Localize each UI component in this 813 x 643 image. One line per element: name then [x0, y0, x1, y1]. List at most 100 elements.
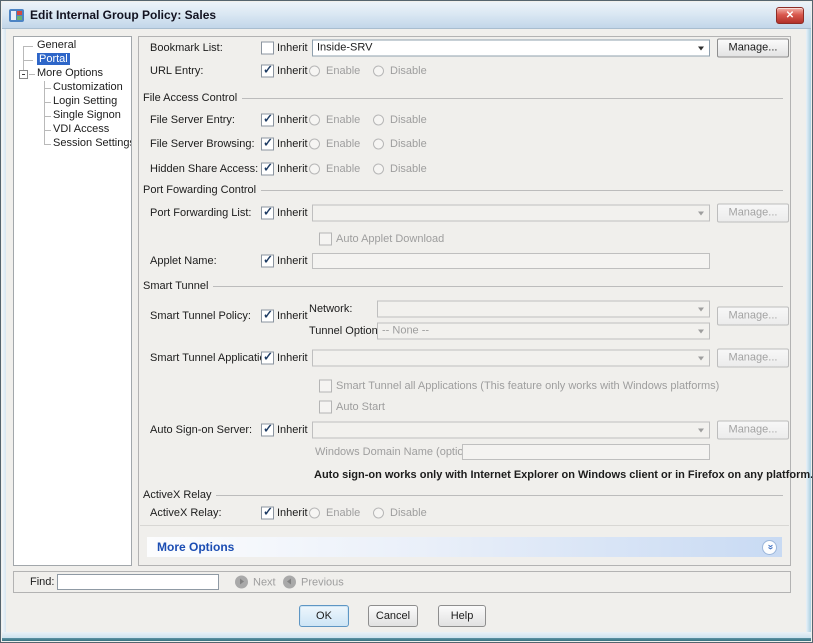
enable-radio[interactable] — [309, 115, 320, 126]
inherit-label: Inherit — [277, 207, 308, 219]
bookmark-list-value: Inside-SRV — [317, 42, 372, 54]
enable-radio[interactable] — [309, 164, 320, 175]
hidden-share-access-inherit-checkbox[interactable] — [261, 163, 274, 176]
dropdown-arrow-icon — [694, 42, 708, 55]
inherit-label: Inherit — [277, 255, 308, 267]
activex-relay-inherit-checkbox[interactable] — [261, 507, 274, 520]
disable-radio[interactable] — [373, 164, 384, 175]
enable-radio[interactable] — [309, 139, 320, 150]
tree-item-label: More Options — [37, 67, 103, 79]
row-auto-signon-note: Auto sign-on works only with Internet Ex… — [139, 466, 790, 484]
titlebar: Edit Internal Group Policy: Sales ✕ — [2, 2, 811, 29]
bottom-divider — [140, 525, 789, 526]
tree-item-general[interactable]: General — [14, 39, 131, 53]
manage-bookmark-button[interactable]: Manage... — [717, 39, 789, 58]
disable-label: Disable — [390, 163, 427, 175]
find-previous-button[interactable]: Previous — [283, 576, 344, 589]
help-button[interactable]: Help — [438, 605, 486, 627]
bookmark-inherit-checkbox[interactable] — [261, 42, 274, 55]
smart-tunnel-application-combo[interactable] — [312, 350, 710, 367]
tree-item-customization[interactable]: Customization — [14, 81, 131, 95]
bookmark-list-combo[interactable]: Inside-SRV — [312, 40, 710, 57]
enable-radio[interactable] — [309, 508, 320, 519]
inherit-label: Inherit — [277, 42, 308, 54]
file-server-entry-label: File Server Entry: — [150, 114, 235, 126]
tree-item-label: General — [37, 39, 76, 51]
tree-item-login-setting[interactable]: Login Setting — [14, 95, 131, 109]
manage-smart-tunnel-application-button[interactable]: Manage... — [717, 349, 789, 368]
tree-item-label: Session Settings — [53, 137, 132, 149]
port-forwarding-list-label: Port Forwarding List: — [150, 207, 251, 219]
row-auto-start: Auto Start — [139, 398, 790, 416]
applet-name-inherit-checkbox[interactable] — [261, 255, 274, 268]
file-server-entry-inherit-checkbox[interactable] — [261, 114, 274, 127]
disable-radio[interactable] — [373, 66, 384, 77]
tree-collapse-icon[interactable] — [19, 70, 28, 79]
window-edge-bottom — [2, 632, 811, 641]
disable-label: Disable — [390, 507, 427, 519]
windows-domain-name-input[interactable] — [462, 444, 710, 460]
row-activex-relay: ActiveX Relay: Inherit Enable Disable — [139, 504, 790, 522]
tunnel-option-label: Tunnel Option: — [309, 325, 381, 337]
smart-tunnel-application-inherit-checkbox[interactable] — [261, 352, 274, 365]
auto-start-checkbox[interactable] — [319, 401, 332, 414]
manage-auto-signon-button[interactable]: Manage... — [717, 421, 789, 440]
window-edge-right — [806, 29, 811, 632]
disable-label: Disable — [390, 114, 427, 126]
row-tunnel-option: Tunnel Option: -- None -- — [139, 322, 790, 340]
applet-name-input[interactable] — [312, 253, 710, 269]
activex-relay-label: ActiveX Relay: — [150, 507, 222, 519]
chevron-double-down-icon[interactable]: » — [762, 540, 777, 555]
enable-label: Enable — [326, 65, 360, 77]
enable-radio[interactable] — [309, 66, 320, 77]
smart-tunnel-all-applications-label: Smart Tunnel all Applications (This feat… — [336, 380, 719, 392]
dialog-title: Edit Internal Group Policy: Sales — [30, 8, 216, 22]
cancel-button[interactable]: Cancel — [368, 605, 418, 627]
port-forwarding-list-combo[interactable] — [312, 205, 710, 222]
inherit-label: Inherit — [277, 507, 308, 519]
row-auto-signon-server: Auto Sign-on Server: Inherit Manage... — [139, 421, 790, 439]
auto-signon-inherit-checkbox[interactable] — [261, 424, 274, 437]
disable-radio[interactable] — [373, 139, 384, 150]
bookmark-list-label: Bookmark List: — [150, 42, 223, 54]
auto-applet-download-checkbox[interactable] — [319, 233, 332, 246]
section-activex-relay: ActiveX Relay — [143, 488, 783, 501]
smart-tunnel-policy-label: Smart Tunnel Policy: — [150, 310, 251, 322]
separator-line — [216, 495, 783, 496]
inherit-label: Inherit — [277, 163, 308, 175]
section-port-forwarding-control: Port Fowarding Control — [143, 183, 783, 196]
row-bookmark-list: Bookmark List: Inherit Inside-SRV Manage… — [139, 39, 790, 57]
dropdown-arrow-icon — [694, 207, 708, 220]
disable-radio[interactable] — [373, 115, 384, 126]
port-forwarding-inherit-checkbox[interactable] — [261, 207, 274, 220]
tunnel-option-combo[interactable]: -- None -- — [377, 323, 710, 340]
tree-item-label-selected: Portal — [37, 53, 70, 65]
section-file-access-control: File Access Control — [143, 91, 783, 104]
tree-item-label: Customization — [53, 81, 123, 93]
more-options-expander[interactable]: More Options » — [147, 537, 782, 557]
smart-tunnel-all-applications-checkbox[interactable] — [319, 380, 332, 393]
file-server-browsing-inherit-checkbox[interactable] — [261, 138, 274, 151]
disable-label: Disable — [390, 138, 427, 150]
close-button[interactable]: ✕ — [776, 7, 804, 24]
next-icon — [235, 576, 248, 589]
find-next-button[interactable]: Next — [235, 576, 276, 589]
enable-label: Enable — [326, 138, 360, 150]
hidden-share-access-label: Hidden Share Access: — [150, 163, 258, 175]
tree-item-more-options[interactable]: More Options — [14, 67, 131, 81]
separator-line — [242, 98, 783, 99]
inherit-label: Inherit — [277, 65, 308, 77]
manage-port-forwarding-button[interactable]: Manage... — [717, 204, 789, 223]
tree-item-session-settings[interactable]: Session Settings — [14, 137, 131, 151]
tree-item-single-signon[interactable]: Single Signon — [14, 109, 131, 123]
tree-item-vdi-access[interactable]: VDI Access — [14, 123, 131, 137]
smart-tunnel-policy-inherit-checkbox[interactable] — [261, 310, 274, 323]
url-entry-inherit-checkbox[interactable] — [261, 65, 274, 78]
row-file-server-entry: File Server Entry: Inherit Enable Disabl… — [139, 111, 790, 129]
auto-signon-server-combo[interactable] — [312, 422, 710, 439]
disable-radio[interactable] — [373, 508, 384, 519]
app-icon — [9, 9, 24, 22]
tree-item-portal[interactable]: Portal — [14, 53, 131, 67]
ok-button[interactable]: OK — [299, 605, 349, 627]
find-input[interactable] — [57, 574, 219, 590]
